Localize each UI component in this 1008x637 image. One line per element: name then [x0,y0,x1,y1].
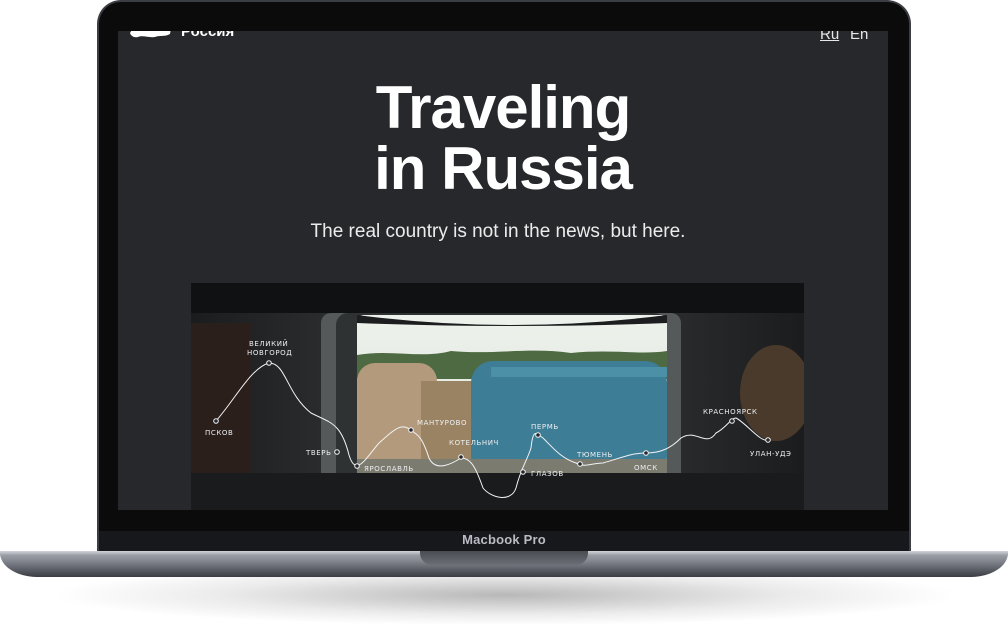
language-link-ru[interactable]: Ru [820,31,839,43]
city-label-glazov: ГЛАЗОВ [531,470,564,478]
language-link-en[interactable]: En [850,31,868,43]
stop-pskov-icon [213,418,219,424]
city-label-omsk: ОМСК [634,464,658,472]
city-label-velikiy: ВЕЛИКИЙ [249,339,288,348]
stop-glazov-icon [520,469,526,475]
stop-omsk-icon [643,450,649,456]
laptop-screen: Россия Ru En Traveling in Russia The rea… [118,31,888,510]
city-label-pskov: ПСКОВ [205,429,233,437]
city-label-tyumen: ТЮМЕНЬ [576,451,613,459]
site-logo-text[interactable]: Россия [181,31,234,40]
train-window-illustration: ПСКОВ ВЕЛИКИЙ НОВГОРОД ТВЕРЬ ЯРОСЛАВЛЬ М… [191,283,804,510]
stop-krasnoyarsk-icon [729,418,735,424]
stop-novgorod-icon [266,360,272,366]
hero-title: Traveling in Russia [118,77,888,199]
stop-ulan-ude-icon [765,437,771,443]
russia-map-logo-icon[interactable] [128,31,173,39]
city-label-perm: ПЕРМЬ [531,423,559,431]
train-window-photo: ПСКОВ ВЕЛИКИЙ НОВГОРОД ТВЕРЬ ЯРОСЛАВЛЬ М… [191,283,804,510]
stop-tver-icon [334,449,340,455]
city-label-kotelnich: КОТЕЛЬНИЧ [449,439,499,447]
device-brand-label: Macbook Pro [462,532,546,547]
hero-subtitle: The real country is not in the news, but… [310,221,686,242]
stop-perm-icon [535,432,541,438]
stop-manturovo-icon [408,427,414,433]
city-label-tver: ТВЕРЬ [305,449,332,457]
stop-kotelnich-icon [458,454,464,460]
city-label-krasnoyarsk: КРАСНОЯРСК [703,408,758,416]
hero-title-line-1: Traveling [375,74,631,141]
stop-tyumen-icon [577,461,583,467]
stop-yaroslavl-icon [354,463,360,469]
city-label-manturovo: МАНТУРОВО [417,419,467,427]
laptop-notch [420,551,588,565]
hero-title-line-2: in Russia [374,135,633,202]
city-label-ulan-ude: УЛАН-УДЭ [750,450,792,458]
city-label-yaroslavl: ЯРОСЛАВЛЬ [364,465,414,473]
city-label-novgorod: НОВГОРОД [247,349,292,357]
